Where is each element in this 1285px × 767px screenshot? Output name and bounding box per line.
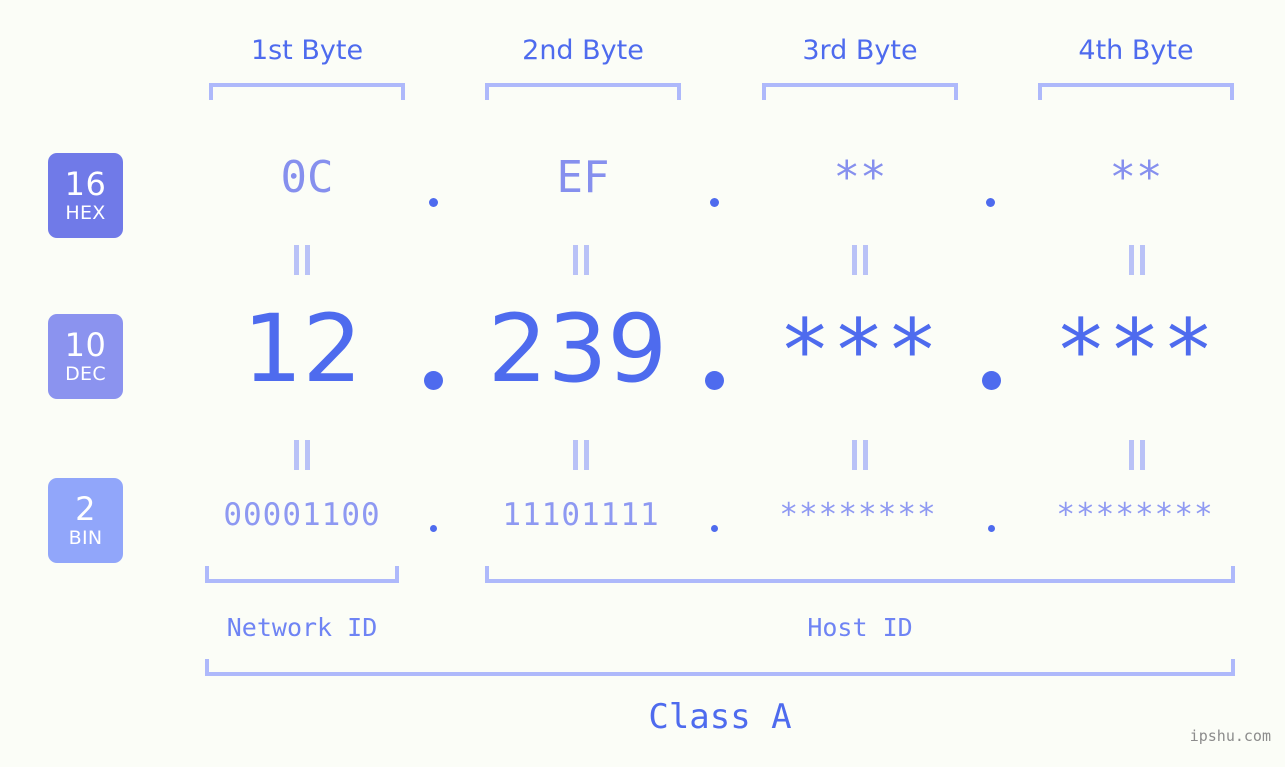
hex-byte-3: ** — [833, 152, 887, 203]
base-badge-dec: 10 DEC — [48, 314, 123, 399]
host-id-caption: Host ID — [807, 613, 913, 642]
byte-header-1: 1st Byte — [250, 35, 364, 66]
dec-dot-3 — [982, 371, 1001, 390]
bin-byte-4: ******** — [1056, 497, 1214, 533]
base-badge-bin: 2 BIN — [48, 478, 123, 563]
ip-breakdown-diagram: 1st Byte 2nd Byte 3rd Byte 4th Byte 16 H… — [0, 0, 1285, 767]
hex-byte-2: EF — [556, 152, 610, 203]
dec-byte-3: *** — [778, 301, 941, 401]
dec-byte-4: *** — [1054, 301, 1217, 401]
bin-dot-1 — [430, 525, 437, 532]
equals-connector-hex-dec-1 — [293, 245, 311, 275]
bin-byte-2: 11101111 — [502, 497, 660, 533]
dec-dot-2 — [705, 371, 724, 390]
host-id-bracket — [485, 566, 1235, 583]
equals-connector-dec-bin-4 — [1128, 440, 1146, 470]
hex-byte-4: ** — [1109, 152, 1163, 203]
byte-header-4: 4th Byte — [1078, 35, 1194, 66]
equals-connector-dec-bin-1 — [293, 440, 311, 470]
equals-connector-hex-dec-3 — [851, 245, 869, 275]
hex-dot-3 — [986, 198, 995, 207]
base-badge-dec-label: DEC — [65, 363, 106, 385]
dec-byte-1: 12 — [242, 295, 363, 404]
base-badge-dec-number: 10 — [64, 326, 107, 364]
network-id-caption: Network ID — [226, 613, 378, 642]
hex-dot-1 — [429, 198, 438, 207]
bin-byte-3: ******** — [779, 497, 937, 533]
byte-bracket-3 — [762, 83, 958, 100]
class-bracket — [205, 659, 1235, 676]
dec-dot-1 — [424, 371, 443, 390]
byte-bracket-2 — [485, 83, 681, 100]
base-badge-hex: 16 HEX — [48, 153, 123, 238]
equals-connector-hex-dec-2 — [572, 245, 590, 275]
byte-bracket-1 — [209, 83, 405, 100]
base-badge-hex-number: 16 — [64, 165, 107, 203]
base-badge-bin-number: 2 — [75, 490, 96, 528]
network-id-bracket — [205, 566, 399, 583]
hex-dot-2 — [710, 198, 719, 207]
base-badge-hex-label: HEX — [65, 202, 106, 224]
base-badge-bin-label: BIN — [68, 527, 103, 549]
byte-bracket-4 — [1038, 83, 1234, 100]
byte-header-3: 3rd Byte — [802, 35, 918, 66]
hex-byte-1: 0C — [280, 152, 334, 203]
dec-byte-2: 239 — [487, 295, 668, 404]
equals-connector-hex-dec-4 — [1128, 245, 1146, 275]
byte-header-2: 2nd Byte — [522, 35, 644, 66]
equals-connector-dec-bin-2 — [572, 440, 590, 470]
equals-connector-dec-bin-3 — [851, 440, 869, 470]
bin-dot-3 — [988, 525, 995, 532]
class-caption: Class A — [648, 697, 792, 737]
bin-dot-2 — [711, 525, 718, 532]
site-watermark: ipshu.com — [1189, 727, 1271, 745]
bin-byte-1: 00001100 — [223, 497, 381, 533]
